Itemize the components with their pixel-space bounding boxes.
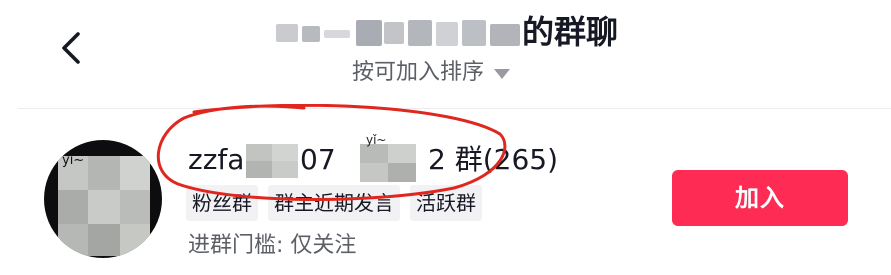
page-title: 的群聊 — [270, 8, 650, 52]
join-button[interactable]: 加入 — [672, 170, 848, 226]
sort-label: 按可加入排序 — [352, 60, 485, 85]
back-button[interactable] — [52, 26, 92, 70]
caret-down-icon — [494, 69, 511, 79]
title-suffix: 的群聊 — [522, 13, 619, 51]
tag-fans-group: 粉丝群 — [186, 185, 258, 221]
name-watermark: yǐ~ — [366, 133, 387, 147]
group-avatar[interactable]: yǐ~ — [44, 140, 162, 258]
avatar-watermark: yǐ~ — [62, 153, 85, 168]
group-tags: 粉丝群 群主近期发言 活跃群 — [186, 185, 482, 221]
group-name-end: 2 群(265) — [428, 143, 559, 176]
header-divider — [18, 108, 891, 109]
entry-requirement: 进群门槛: 仅关注 — [188, 233, 357, 258]
group-name-start: zzfa — [188, 143, 245, 176]
tag-active-group: 活跃群 — [410, 185, 482, 221]
redacted-title-block — [272, 14, 522, 50]
redacted-avatar-image — [58, 156, 150, 256]
redacted-name-block — [246, 144, 298, 178]
redacted-name-block: yǐ~ — [360, 134, 416, 182]
tag-owner-active: 群主近期发言 — [268, 185, 400, 221]
chevron-left-icon — [62, 32, 80, 64]
group-list-item[interactable]: yǐ~ zzfa 07 yǐ~ 2 群(265) 粉丝群 群主近期发言 活跃群 … — [0, 110, 891, 275]
header-bar: 的群聊 按可加入排序 — [0, 0, 891, 108]
group-name-mid: 07 — [300, 143, 336, 176]
sort-selector[interactable]: 按可加入排序 — [352, 58, 511, 88]
